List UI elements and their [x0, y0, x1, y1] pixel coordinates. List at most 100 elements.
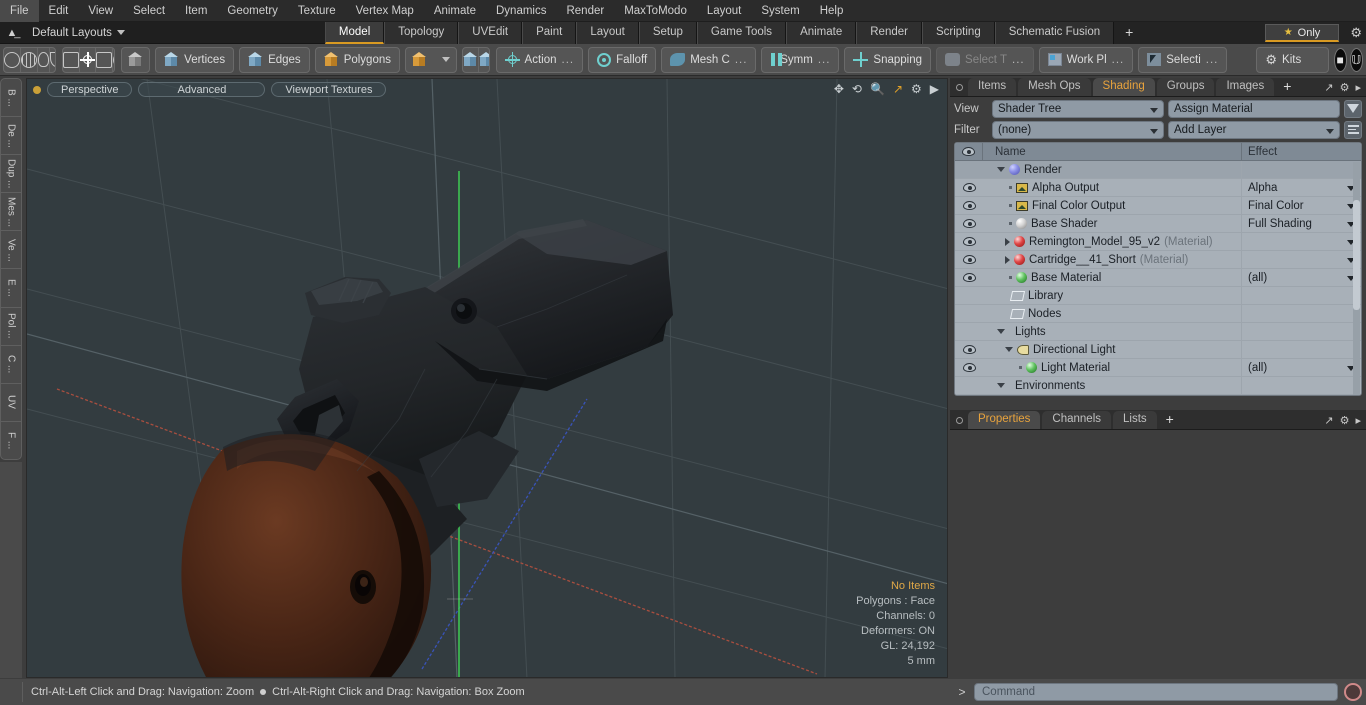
twisty-right-icon[interactable]: [1005, 255, 1010, 264]
row-effect[interactable]: [1241, 250, 1361, 269]
rotate-icon[interactable]: [113, 48, 115, 72]
symmetry-button[interactable]: Symm ...: [761, 46, 840, 73]
row-visibility[interactable]: [955, 269, 983, 287]
tab-properties[interactable]: Properties: [968, 411, 1041, 429]
mode-vertices-button[interactable]: Vertices: [155, 46, 235, 73]
tab-lists[interactable]: Lists: [1113, 411, 1157, 429]
maximize-icon[interactable]: ↗: [893, 82, 903, 96]
assign-material-button[interactable]: Assign Material: [1168, 99, 1340, 118]
kits-button[interactable]: ⚙ Kits: [1256, 46, 1329, 73]
left-tab-fusion[interactable]: F ...: [1, 422, 21, 459]
tab-topology[interactable]: Topology: [384, 21, 459, 44]
gear-icon[interactable]: ⚙: [1350, 25, 1362, 41]
work-plane-button[interactable]: Work Pl ...: [1038, 46, 1134, 73]
filter-icon[interactable]: [1344, 99, 1362, 118]
twisty-down-icon[interactable]: [1005, 347, 1013, 352]
filter-dropdown[interactable]: (none): [992, 120, 1164, 139]
center-icon[interactable]: [96, 47, 114, 72]
menu-geometry[interactable]: Geometry: [217, 0, 288, 22]
curve-icon[interactable]: [50, 48, 56, 72]
table-row[interactable]: Cartridge__41_Short (Material): [955, 250, 1361, 269]
mode-items-button[interactable]: [405, 46, 457, 73]
menu-help[interactable]: Help: [810, 0, 854, 22]
pen-icon[interactable]: [38, 47, 50, 72]
twisty-down-icon[interactable]: [997, 383, 1005, 388]
table-row[interactable]: Alpha Output Alpha: [955, 178, 1361, 197]
table-row[interactable]: Lights: [955, 322, 1361, 341]
view-dropdown[interactable]: Shader Tree: [992, 99, 1164, 118]
table-row[interactable]: Environments: [955, 376, 1361, 395]
modo-logo-icon[interactable]: ■: [1333, 47, 1347, 72]
gear-icon[interactable]: ⚙: [1340, 414, 1350, 427]
menu-maxtomodo[interactable]: MaxToModo: [614, 0, 697, 22]
globe-icon[interactable]: [21, 47, 38, 72]
align-icon[interactable]: [63, 47, 81, 72]
menu-vertex-map[interactable]: Vertex Map: [346, 0, 424, 22]
tab-layout[interactable]: Layout: [576, 21, 639, 44]
twisty-down-icon[interactable]: [997, 329, 1005, 334]
select-through-button[interactable]: Select T ...: [936, 46, 1034, 73]
add-panel-tab-button[interactable]: +: [1276, 78, 1298, 96]
menu-layout[interactable]: Layout: [697, 0, 752, 22]
tab-setup[interactable]: Setup: [638, 21, 697, 44]
row-effect[interactable]: [1241, 232, 1361, 251]
tab-scripting[interactable]: Scripting: [921, 21, 995, 44]
chevron-right-icon[interactable]: ▸: [1355, 81, 1361, 94]
table-row[interactable]: Final Color Output Final Color: [955, 196, 1361, 215]
tab-mesh-ops[interactable]: Mesh Ops: [1018, 78, 1091, 96]
shader-tree-scrollbar[interactable]: [1353, 162, 1360, 395]
row-visibility[interactable]: [955, 161, 983, 179]
row-visibility[interactable]: [955, 233, 983, 251]
left-tab-mesh[interactable]: Mes ...: [1, 193, 21, 232]
left-tab-basic[interactable]: B ...: [1, 79, 21, 118]
add-tab-button[interactable]: +: [1114, 21, 1145, 44]
add-properties-tab-button[interactable]: +: [1159, 411, 1181, 429]
shader-tree[interactable]: Name Effect Render Alpha Output Alpha Fi…: [954, 142, 1362, 396]
row-visibility[interactable]: [955, 197, 983, 215]
row-effect[interactable]: (all): [1241, 358, 1361, 377]
menu-animate[interactable]: Animate: [424, 0, 486, 22]
tab-groups[interactable]: Groups: [1156, 78, 1215, 96]
table-row[interactable]: Render: [955, 160, 1361, 179]
command-input[interactable]: Command: [974, 683, 1338, 701]
mode-polygons-button[interactable]: Polygons: [314, 46, 400, 73]
table-row[interactable]: Directional Light: [955, 340, 1361, 359]
viewport-shading-button[interactable]: Advanced: [138, 82, 266, 97]
viewport-textures-button[interactable]: Viewport Textures: [271, 82, 387, 97]
home-icon[interactable]: ▲̲: [0, 23, 24, 43]
row-effect[interactable]: Alpha: [1241, 178, 1361, 197]
expand-icon[interactable]: ↗: [1324, 414, 1333, 427]
list-options-icon[interactable]: [1344, 120, 1362, 139]
component-cube-icon-button[interactable]: [121, 46, 151, 73]
only-toggle-button[interactable]: ★ Only: [1265, 24, 1339, 42]
tab-game-tools[interactable]: Game Tools: [696, 21, 787, 44]
viewport-projection-button[interactable]: Perspective: [47, 82, 133, 97]
falloff-button[interactable]: Falloff: [588, 46, 657, 73]
pivot-element-icon[interactable]: [479, 48, 489, 72]
record-circle-icon[interactable]: [1344, 683, 1362, 701]
tab-channels[interactable]: Channels: [1042, 411, 1112, 429]
table-row[interactable]: Library: [955, 286, 1361, 305]
move-icon[interactable]: ✥: [834, 82, 844, 96]
twisty-down-icon[interactable]: [997, 167, 1005, 172]
row-visibility[interactable]: [955, 179, 983, 197]
table-row[interactable]: Nodes: [955, 304, 1361, 323]
mode-edges-button[interactable]: Edges: [239, 46, 310, 73]
row-effect[interactable]: (all): [1241, 268, 1361, 287]
expand-icon[interactable]: ↗: [1324, 81, 1333, 94]
menu-item[interactable]: Item: [175, 0, 217, 22]
menu-render[interactable]: Render: [556, 0, 614, 22]
row-effect[interactable]: Final Color: [1241, 196, 1361, 215]
chevron-right-icon[interactable]: ▶: [930, 82, 939, 96]
row-effect[interactable]: Full Shading: [1241, 214, 1361, 233]
menu-select[interactable]: Select: [123, 0, 175, 22]
panel-menu-dot-icon[interactable]: [956, 417, 963, 424]
left-tab-duplicate[interactable]: Dup ...: [1, 155, 21, 194]
tab-model[interactable]: Model: [324, 21, 385, 44]
row-visibility[interactable]: [955, 341, 983, 359]
table-row[interactable]: Remington_Model_95_v2 (Material): [955, 232, 1361, 251]
tab-render[interactable]: Render: [856, 21, 922, 44]
add-layer-dropdown[interactable]: Add Layer: [1168, 120, 1340, 139]
tab-items[interactable]: Items: [968, 78, 1017, 96]
menu-dynamics[interactable]: Dynamics: [486, 0, 556, 22]
